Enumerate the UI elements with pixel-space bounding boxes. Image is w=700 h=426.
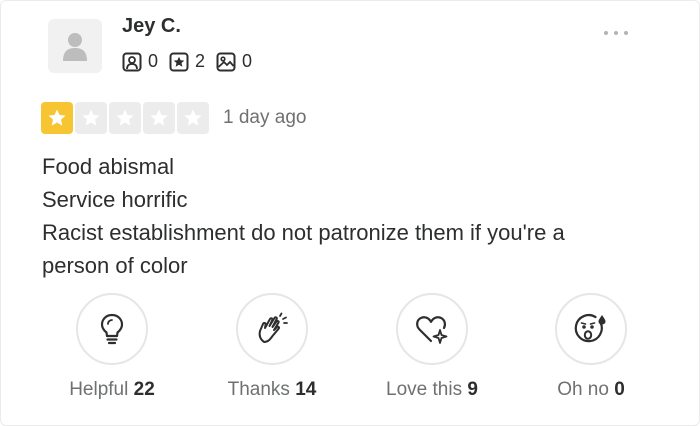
star-icon <box>150 109 168 126</box>
friends-icon <box>122 52 142 71</box>
star-icon <box>48 109 66 126</box>
star-rating <box>41 102 209 134</box>
love-this-label: Love this 9 <box>386 379 478 401</box>
friends-stat: 0 <box>122 51 158 72</box>
reviews-stat: 2 <box>169 51 205 72</box>
star-icon <box>82 109 100 126</box>
shocked-face-icon <box>574 314 606 343</box>
photos-count: 0 <box>242 51 253 71</box>
oh-no-label: Oh no 0 <box>557 379 625 401</box>
star-filled <box>41 102 73 134</box>
dot-icon <box>604 31 608 35</box>
review-line: Racist establishment do not patronize th… <box>42 220 565 245</box>
review-line: person of color <box>42 253 188 278</box>
star-empty <box>75 102 107 134</box>
review-line: Food abismal <box>42 154 175 179</box>
dot-icon <box>624 31 628 35</box>
star-icon <box>184 109 202 126</box>
review-line: Service horrific <box>42 187 188 212</box>
dot-icon <box>614 31 618 35</box>
star-empty <box>143 102 175 134</box>
reaction-circle <box>555 293 627 365</box>
reaction-count: 14 <box>295 379 317 400</box>
avatar[interactable] <box>48 19 102 73</box>
reaction-count: 22 <box>133 379 155 400</box>
star-icon <box>116 109 134 126</box>
photo-icon <box>216 52 236 71</box>
reviews-count: 2 <box>195 51 206 71</box>
review-card: Jey C. 0 2 0 1 day ago Food abismal Serv… <box>0 0 700 426</box>
review-text: Food abismal Service horrific Racist est… <box>42 150 662 282</box>
helpful-label: Helpful 22 <box>69 379 155 401</box>
helpful-button[interactable]: Helpful 22 <box>32 293 192 401</box>
heart-sparkle-icon <box>416 316 448 344</box>
review-star-icon <box>169 52 189 71</box>
review-date: 1 day ago <box>223 107 307 128</box>
reaction-label: Oh no <box>557 379 609 400</box>
rating-row: 1 day ago <box>41 102 306 134</box>
reaction-circle <box>396 293 468 365</box>
user-stats: 0 2 0 <box>122 51 252 72</box>
star-empty <box>109 102 141 134</box>
reactions-bar: Helpful 22 Thanks 14 Love this 9 Oh no 0 <box>1 293 700 413</box>
reaction-count: 0 <box>614 379 625 400</box>
reaction-label: Thanks <box>227 379 290 400</box>
clapping-hands-icon <box>258 312 288 343</box>
more-options-button[interactable] <box>604 31 628 35</box>
user-name[interactable]: Jey C. <box>122 15 181 38</box>
reaction-label: Helpful <box>69 379 129 400</box>
reaction-count: 9 <box>467 379 478 400</box>
oh-no-button[interactable]: Oh no 0 <box>511 293 671 401</box>
user-silhouette-icon <box>63 33 87 61</box>
star-empty <box>177 102 209 134</box>
photos-stat: 0 <box>216 51 252 72</box>
love-this-button[interactable]: Love this 9 <box>352 293 512 401</box>
reaction-label: Love this <box>386 379 463 400</box>
lightbulb-icon <box>100 313 124 345</box>
thanks-button[interactable]: Thanks 14 <box>192 293 352 401</box>
thanks-label: Thanks 14 <box>228 379 317 401</box>
reaction-circle <box>236 293 308 365</box>
friends-count: 0 <box>148 51 159 71</box>
reaction-circle <box>76 293 148 365</box>
